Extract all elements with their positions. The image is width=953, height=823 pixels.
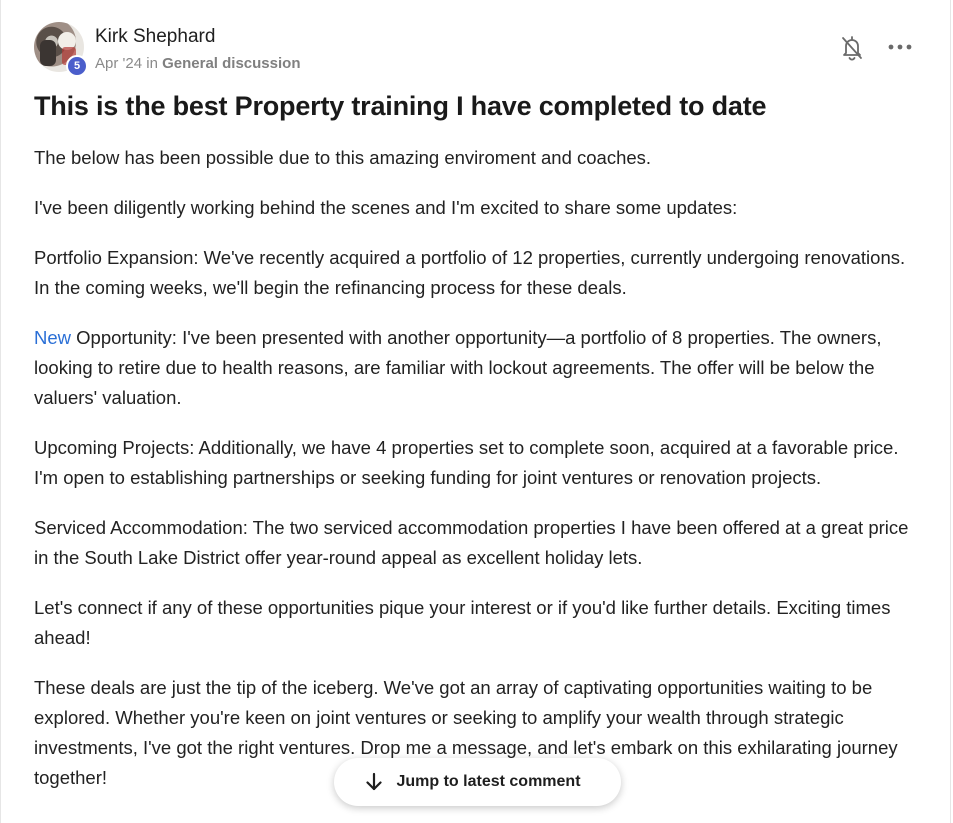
- paragraph: New Opportunity: I've been presented wit…: [34, 323, 924, 413]
- post-body: The below has been possible due to this …: [34, 143, 924, 813]
- paragraph-text: Opportunity: I've been presented with an…: [34, 327, 882, 408]
- paragraph: The below has been possible due to this …: [34, 147, 652, 168]
- avatar-photo-detail: [40, 40, 56, 66]
- jump-button-label: Jump to latest comment: [396, 773, 581, 790]
- paragraph: I've been diligently working behind the …: [34, 197, 738, 218]
- author-name[interactable]: Kirk Shephard: [95, 26, 215, 48]
- paragraph: Portfolio Expansion: We've recently acqu…: [34, 247, 906, 298]
- post-title: This is the best Property training I hav…: [34, 91, 767, 121]
- arrow-down-icon: [366, 772, 383, 791]
- paragraph: Serviced Accommodation: The two serviced…: [34, 517, 909, 568]
- jump-to-latest-comment-button[interactable]: Jump to latest comment: [334, 758, 621, 806]
- level-badge: 5: [66, 55, 88, 77]
- category-link[interactable]: General discussion: [162, 55, 300, 72]
- more-horizontal-icon[interactable]: [886, 34, 914, 60]
- meta-in-word: in: [146, 55, 158, 72]
- bell-off-icon[interactable]: [840, 34, 864, 62]
- post-header: 5 Kirk Shephard Apr '24 in General discu…: [34, 22, 920, 78]
- post-card: 5 Kirk Shephard Apr '24 in General discu…: [0, 0, 951, 823]
- post-meta: Apr '24 in General discussion: [95, 55, 300, 72]
- paragraph: Let's connect if any of these opportunit…: [34, 597, 891, 648]
- inline-link[interactable]: New: [34, 327, 71, 348]
- post-date: Apr '24: [95, 55, 143, 72]
- paragraph: Upcoming Projects: Additionally, we have…: [34, 437, 899, 488]
